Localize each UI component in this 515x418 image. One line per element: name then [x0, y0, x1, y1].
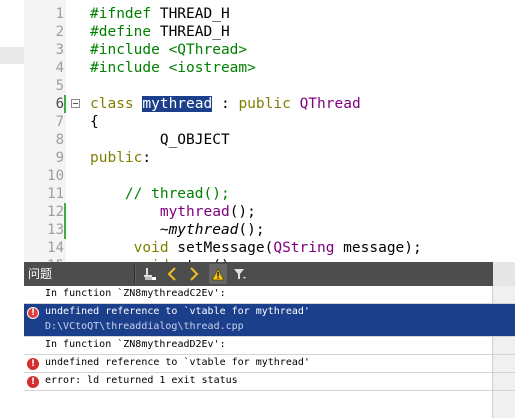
change-marker — [64, 95, 66, 113]
code-text: Q_OBJECT — [90, 132, 230, 148]
code-line[interactable]: 1 #ifndef THREAD_H — [24, 5, 515, 23]
code-line[interactable]: 13 ~mythread(); — [24, 221, 515, 239]
code-line[interactable]: 10 — [24, 167, 515, 185]
line-number: 12 — [47, 204, 64, 220]
issue-message: undefined reference to `vtable for mythr… — [45, 306, 310, 317]
issue-file-path: D:\VCtoQT\threaddialog\thread.cpp — [45, 321, 244, 332]
code-line[interactable]: 7{ — [24, 113, 515, 131]
error-icon: ! — [27, 358, 39, 370]
line-number: 10 — [47, 168, 64, 184]
issue-row[interactable]: ! error: ld returned 1 exit status — [24, 373, 515, 391]
code-text: // thread(); — [124, 186, 230, 202]
line-number: 5 — [55, 78, 64, 94]
code-line[interactable]: 9 public: — [24, 149, 515, 167]
code-line[interactable]: 8 Q_OBJECT — [24, 131, 515, 149]
error-icon: ! — [27, 376, 39, 388]
code-text: { — [90, 114, 99, 130]
issues-list: In function `ZN8mythreadC2Ev':! undefined… — [24, 286, 515, 391]
next-issue-icon[interactable] — [186, 264, 202, 284]
issue-message: error: ld returned 1 exit status — [45, 375, 238, 386]
code-line[interactable]: 6 class mythread : public QThread — [24, 95, 515, 113]
code-text: #define THREAD_H — [90, 24, 230, 40]
line-number: 1 — [55, 6, 64, 22]
line-number: 3 — [55, 42, 64, 58]
line-number: 13 — [47, 222, 64, 238]
line-number: 11 — [47, 186, 64, 202]
line-number: 8 — [55, 132, 64, 148]
fold-collapse-icon[interactable] — [71, 99, 80, 108]
code-text: mythread(); — [159, 204, 256, 220]
error-icon: ! — [27, 307, 39, 319]
issues-toolbar: 问题 — [24, 262, 515, 286]
code-line[interactable]: 5 — [24, 77, 515, 95]
code-text: #include <iostream> — [90, 60, 256, 76]
code-line[interactable]: 14 void setMessage(QString message); — [24, 239, 515, 257]
code-text: ~mythread(); — [90, 222, 265, 238]
issues-title: 问题 — [28, 267, 53, 281]
left-sidebar-selection — [0, 47, 24, 64]
previous-issue-icon[interactable] — [164, 264, 180, 284]
code-text: #ifndef THREAD_H — [90, 6, 230, 22]
filter-icon[interactable] — [232, 264, 248, 284]
code-line[interactable]: 3 #include <QThread> — [24, 41, 515, 59]
change-marker — [64, 203, 66, 221]
issues-panel: 问题 In function `ZN8mythreadC2Ev': ! unde… — [24, 262, 515, 418]
issue-row[interactable]: In function `ZN8mythreadC2Ev': — [24, 286, 515, 304]
issue-row[interactable]: ! undefined reference to `vtable for myth… — [24, 304, 515, 337]
line-number: 2 — [55, 24, 64, 40]
line-number: 9 — [55, 150, 64, 166]
code-line[interactable]: 4 #include <iostream> — [24, 59, 515, 77]
line-number: 14 — [47, 240, 64, 256]
issue-message: In function `ZN8mythreadC2Ev': — [45, 288, 226, 299]
code-text: public: — [90, 150, 152, 166]
issue-message: In function `ZN8mythreadD2Ev': — [45, 339, 226, 350]
change-marker — [64, 221, 66, 239]
clean-icon[interactable] — [142, 264, 158, 284]
code-text: class mythread : public QThread — [90, 96, 361, 112]
code-editor[interactable]: 1 #ifndef THREAD_H 2 #define THREAD_H 3 #incl… — [24, 0, 515, 262]
toolbar-right-area — [493, 262, 515, 286]
line-number: 7 — [55, 114, 64, 130]
code-text: void setMessage(QString message); — [133, 240, 422, 256]
issue-row[interactable]: ! undefined reference to `vtable for myth… — [24, 355, 515, 373]
code-line[interactable]: 11 // thread(); — [24, 185, 515, 203]
line-number: 6 — [55, 96, 64, 112]
line-number: 4 — [55, 60, 64, 76]
issue-message: undefined reference to `vtable for mythr… — [45, 357, 310, 368]
code-line[interactable]: 12 mythread(); — [24, 203, 515, 221]
toolbar-separator — [134, 265, 136, 283]
code-line[interactable]: 2 #define THREAD_H — [24, 23, 515, 41]
issue-row[interactable]: In function `ZN8mythreadD2Ev': — [24, 337, 515, 355]
warning-filter-icon[interactable] — [209, 264, 227, 284]
code-text: #include <QThread> — [90, 42, 248, 58]
